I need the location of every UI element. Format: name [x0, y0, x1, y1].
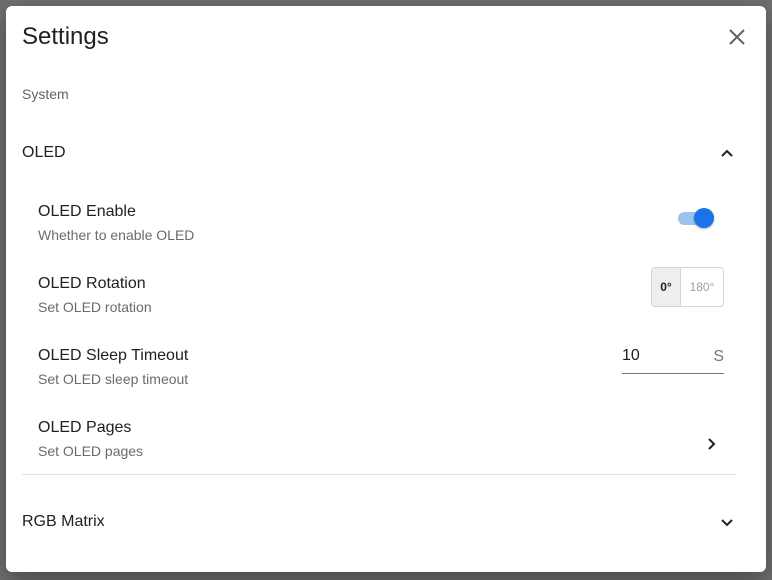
setting-title: OLED Enable [38, 203, 136, 220]
setting-subtitle: Set OLED pages [38, 443, 144, 459]
rotation-option-0[interactable]: 0° [652, 268, 680, 306]
setting-title: OLED Rotation [38, 275, 146, 292]
oled-enable-toggle[interactable] [676, 207, 716, 229]
setting-row-oled-rotation: OLED Rotation Set OLED rotation 0° 180° [38, 267, 724, 331]
setting-row-oled-sleep-timeout: OLED Sleep Timeout Set OLED sleep timeou… [38, 347, 724, 403]
group-divider [22, 474, 736, 475]
close-button[interactable] [724, 24, 750, 50]
settings-dialog: Settings System OLED OLED Enable Whether… [6, 6, 766, 572]
group-title-rgb-matrix: RGB Matrix [22, 513, 105, 530]
group-title-oled: OLED [22, 144, 66, 161]
setting-row-oled-enable: OLED Enable Whether to enable OLED [38, 203, 720, 259]
setting-row-oled-pages[interactable]: OLED Pages Set OLED pages [38, 419, 720, 475]
group-header-rgb-matrix[interactable]: RGB Matrix [22, 507, 736, 537]
dialog-title: Settings [22, 23, 109, 50]
setting-subtitle: Whether to enable OLED [38, 227, 195, 243]
setting-title: OLED Sleep Timeout [38, 347, 189, 364]
group-header-oled[interactable]: OLED [22, 138, 736, 168]
setting-subtitle: Set OLED sleep timeout [38, 371, 189, 387]
chevron-right-icon[interactable] [702, 435, 720, 453]
setting-subtitle: Set OLED rotation [38, 299, 152, 315]
section-label-system: System [22, 86, 69, 102]
sleep-timeout-input[interactable] [622, 347, 692, 365]
chevron-up-icon [721, 149, 733, 157]
sleep-timeout-unit: S [713, 348, 724, 365]
sleep-timeout-field: S [622, 345, 724, 374]
setting-title: OLED Pages [38, 419, 132, 436]
close-icon [729, 29, 745, 45]
toggle-thumb [694, 208, 714, 228]
rotation-option-180[interactable]: 180° [680, 268, 723, 306]
rotation-toggle-group: 0° 180° [651, 267, 724, 307]
chevron-down-icon [721, 519, 733, 527]
